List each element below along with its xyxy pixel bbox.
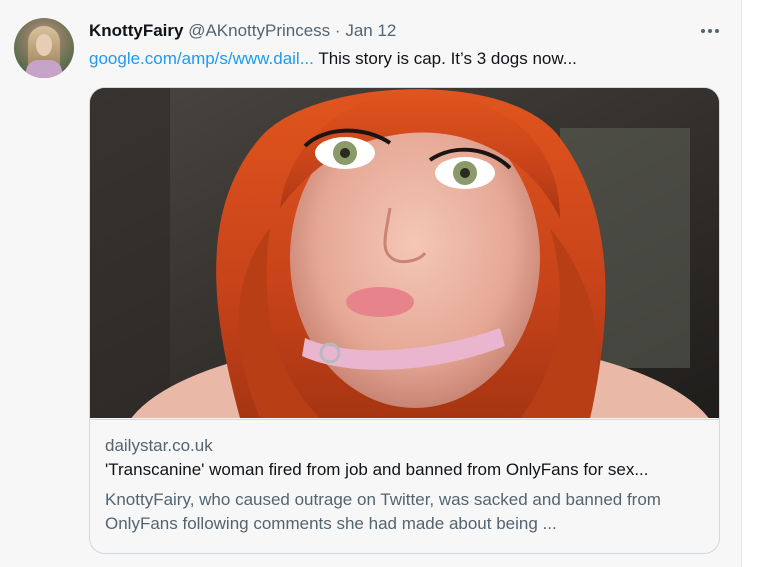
user-handle[interactable]: @AKnottyPrincess: [188, 21, 330, 40]
tweet-date[interactable]: Jan 12: [345, 21, 396, 40]
separator-dot: ·: [334, 21, 341, 40]
card-description: KnottyFairy, who caused outrage on Twitt…: [105, 490, 661, 533]
display-name[interactable]: KnottyFairy: [89, 21, 183, 40]
more-options-icon[interactable]: [697, 20, 723, 42]
card-body[interactable]: dailystar.co.uk 'Transcanine' woman fire…: [90, 419, 719, 553]
more-dot: [715, 29, 719, 33]
more-dot: [701, 29, 705, 33]
tweet-text: google.com/amp/s/www.dail... This story …: [89, 48, 577, 70]
link-card[interactable]: dailystar.co.uk 'Transcanine' woman fire…: [89, 87, 720, 554]
avatar[interactable]: [14, 18, 74, 78]
more-dot: [708, 29, 712, 33]
tweet-header: KnottyFairy @AKnottyPrincess · Jan 12: [89, 20, 396, 42]
avatar-shirt: [26, 60, 62, 78]
avatar-face: [36, 34, 52, 56]
tweet[interactable]: KnottyFairy @AKnottyPrincess · Jan 12 go…: [0, 0, 742, 567]
card-domain: dailystar.co.uk: [105, 436, 213, 455]
tweet-body: This story is cap. It’s 3 dogs now...: [318, 49, 577, 68]
card-title: 'Transcanine' woman fired from job and b…: [105, 460, 649, 479]
card-photo: [90, 88, 719, 418]
tweet-link[interactable]: google.com/amp/s/www.dail...: [89, 49, 314, 68]
card-image[interactable]: [90, 88, 719, 418]
